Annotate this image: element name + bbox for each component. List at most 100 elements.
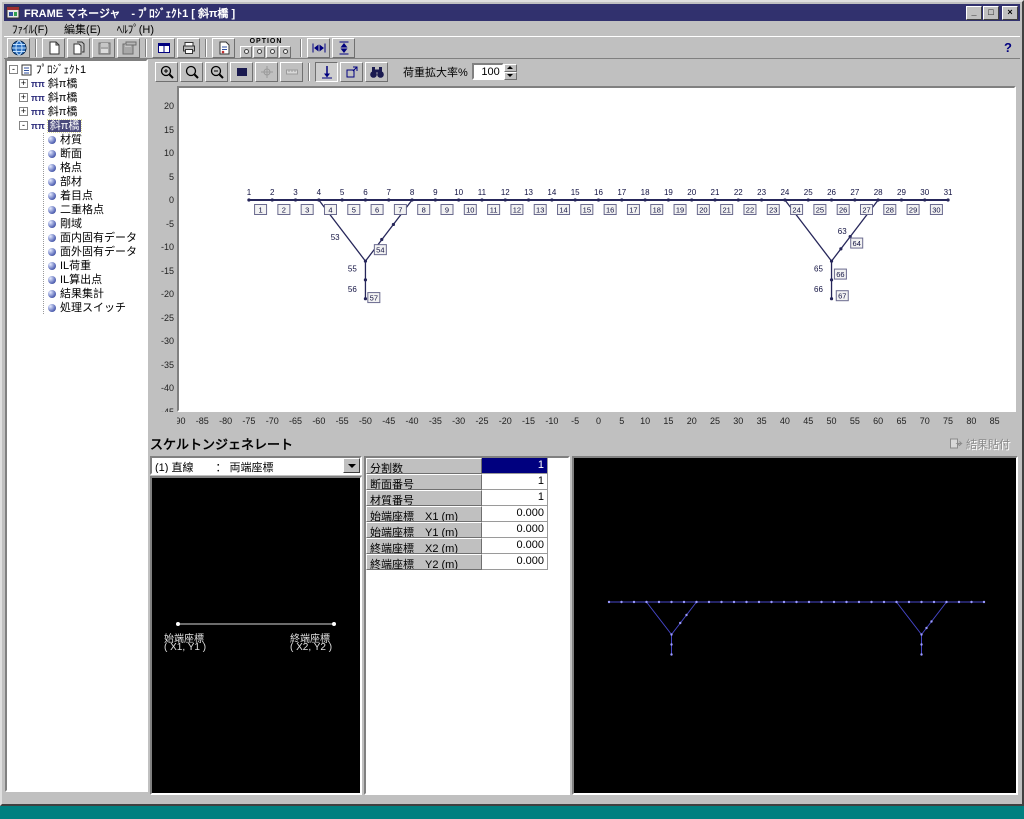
paste-result-button[interactable]: 結果貼付 bbox=[943, 434, 1016, 454]
maximize-button[interactable]: □ bbox=[983, 6, 999, 20]
tree-expand-icon[interactable]: + bbox=[19, 93, 28, 102]
table-row: 始端座標 X1 (m)0.000 bbox=[366, 506, 568, 522]
toolbar-separator bbox=[145, 39, 147, 57]
tree-expand-icon[interactable]: - bbox=[19, 121, 28, 130]
tree-item-child[interactable]: 面内固有データ bbox=[48, 231, 146, 244]
window-layout-button[interactable] bbox=[152, 38, 175, 58]
table-cell-value[interactable]: 0.000 bbox=[482, 538, 548, 554]
x-tick-label: 80 bbox=[960, 416, 982, 426]
tree-item-child[interactable]: 部材 bbox=[48, 175, 146, 188]
save-button[interactable] bbox=[92, 38, 115, 58]
tree-item-child[interactable]: 材質 bbox=[48, 133, 146, 146]
table-cell-value[interactable]: 1 bbox=[482, 474, 548, 490]
x-tick-label: -60 bbox=[308, 416, 330, 426]
svg-text:18: 18 bbox=[653, 206, 661, 215]
option-lamp-button-1[interactable] bbox=[240, 46, 252, 58]
table-cell-value[interactable]: 1 bbox=[482, 490, 548, 506]
measure-button[interactable] bbox=[280, 62, 303, 82]
pan-vertical-button[interactable] bbox=[332, 38, 355, 58]
tree-expand-icon[interactable]: - bbox=[9, 65, 18, 74]
option-lamp-button-3[interactable] bbox=[266, 46, 278, 58]
tree-item-child[interactable]: 面外固有データ bbox=[48, 245, 146, 258]
tree-item-child[interactable]: 着目点 bbox=[48, 189, 146, 202]
frame-manager-window: FRAME マネージャ - ﾌﾟﾛｼﾞｪｸﾄ1 [ 斜π橋 ] _ □ × ﾌｧ… bbox=[0, 0, 1024, 806]
close-button[interactable]: × bbox=[1002, 6, 1018, 20]
svg-text:19: 19 bbox=[676, 206, 684, 215]
table-cell-value[interactable]: 0.000 bbox=[482, 554, 548, 570]
menu-item[interactable]: ﾌｧｲﾙ(F) bbox=[4, 20, 56, 38]
svg-text:8: 8 bbox=[410, 188, 415, 197]
bullet-icon bbox=[48, 206, 56, 214]
crosshair-icon bbox=[259, 64, 275, 80]
frame-diagram-canvas[interactable]: 1234567891011121314151617181920212223242… bbox=[177, 86, 1016, 412]
tree-item-bridge[interactable]: +ππ斜π橋 bbox=[19, 105, 146, 118]
svg-text:14: 14 bbox=[559, 206, 567, 215]
lamp-dot-icon bbox=[270, 49, 275, 54]
open-file-button[interactable] bbox=[67, 38, 90, 58]
table-row-label: 終端座標 Y2 (m) bbox=[366, 554, 482, 570]
x-tick-label: -90 bbox=[177, 416, 190, 426]
zoom-in-button[interactable] bbox=[155, 62, 178, 82]
skeleton-title: スケルトンジェネレート bbox=[150, 434, 943, 453]
spin-up-button[interactable] bbox=[504, 64, 517, 72]
menu-item[interactable]: 編集(E) bbox=[56, 20, 109, 38]
tree-item-child[interactable]: IL算出点 bbox=[48, 273, 146, 286]
tree-item-child[interactable]: 格点 bbox=[48, 161, 146, 174]
combobox-dropdown-button[interactable] bbox=[343, 458, 360, 473]
report-button[interactable] bbox=[212, 38, 235, 58]
tree-item-child[interactable]: 処理スイッチ bbox=[48, 301, 146, 314]
project-tree-panel: - ﾌﾟﾛｼﾞｪｸﾄ1 +ππ斜π橋+ππ斜π橋+ππ斜π橋-ππ斜π橋材質断面… bbox=[5, 59, 148, 792]
bridge-icon: ππ bbox=[31, 79, 45, 89]
zoom-fit-button[interactable] bbox=[230, 62, 253, 82]
option-lamp-button-4[interactable] bbox=[279, 46, 291, 58]
tree-item-bridge[interactable]: +ππ斜π橋 bbox=[19, 77, 146, 90]
tree-item-label: 面外固有データ bbox=[60, 246, 137, 258]
svg-text:5: 5 bbox=[352, 206, 356, 215]
option-lamp-button-2[interactable] bbox=[253, 46, 265, 58]
pan-horizontal-button[interactable] bbox=[307, 38, 330, 58]
search-view-button[interactable] bbox=[365, 62, 388, 82]
tree-item-child[interactable]: 剛域 bbox=[48, 217, 146, 230]
tree-expand-icon[interactable]: + bbox=[19, 79, 28, 88]
tree-item-bridge[interactable]: +ππ斜π橋 bbox=[19, 91, 146, 104]
tree-item-child[interactable]: 結果集計 bbox=[48, 287, 146, 300]
table-cell-value[interactable]: 0.000 bbox=[482, 522, 548, 538]
tree-item-child[interactable]: IL荷重 bbox=[48, 259, 146, 272]
zoom-window-button[interactable] bbox=[180, 62, 203, 82]
x-tick-label: -55 bbox=[331, 416, 353, 426]
new-file-button[interactable] bbox=[42, 38, 65, 58]
print-button[interactable] bbox=[177, 38, 200, 58]
load-scale-input[interactable] bbox=[472, 63, 504, 80]
world-button[interactable] bbox=[7, 38, 30, 58]
y-tick-label: -35 bbox=[161, 360, 174, 370]
x-tick-label: 20 bbox=[681, 416, 703, 426]
rotate-view-button[interactable] bbox=[340, 62, 363, 82]
table-row-label: 始端座標 Y1 (m) bbox=[366, 522, 482, 538]
tree-item-label: 格点 bbox=[60, 162, 82, 174]
minimize-button[interactable]: _ bbox=[966, 6, 982, 20]
table-cell-value[interactable]: 0.000 bbox=[482, 506, 548, 522]
tree-item-label: IL荷重 bbox=[60, 260, 91, 272]
menu-item[interactable]: ﾍﾙﾌﾟ(H) bbox=[109, 20, 162, 38]
segment-type-combobox[interactable]: (1) 直線 ： 両端座標 bbox=[150, 456, 362, 475]
tree-bridges: +ππ斜π橋+ππ斜π橋+ππ斜π橋-ππ斜π橋材質断面格点部材着目点二重格点剛… bbox=[19, 77, 146, 314]
svg-text:6: 6 bbox=[375, 206, 379, 215]
segment-type-value: (1) 直線 ： 両端座標 bbox=[152, 458, 343, 473]
segment-type-panel: (1) 直線 ： 両端座標 始端座標 ( X1, Y1 ) 終端座標 ( X2,… bbox=[150, 456, 362, 795]
desktop-strip bbox=[0, 806, 1024, 819]
x-tick-label: -65 bbox=[285, 416, 307, 426]
load-direction-button[interactable] bbox=[315, 62, 338, 82]
spin-down-button[interactable] bbox=[504, 72, 517, 80]
help-button[interactable]: ? bbox=[1004, 40, 1012, 55]
zoom-out-button[interactable] bbox=[205, 62, 228, 82]
tree-expand-icon[interactable]: + bbox=[19, 107, 28, 116]
svg-text:22: 22 bbox=[746, 206, 754, 215]
tree-item-bridge[interactable]: -ππ斜π橋 bbox=[19, 119, 146, 132]
table-cell-value[interactable]: 1 bbox=[482, 458, 548, 474]
save-all-button[interactable] bbox=[117, 38, 140, 58]
tree-item-child[interactable]: 断面 bbox=[48, 147, 146, 160]
tree-item-child[interactable]: 二重格点 bbox=[48, 203, 146, 216]
svg-text:66: 66 bbox=[836, 270, 844, 279]
select-pointer-button[interactable] bbox=[255, 62, 278, 82]
tree-item-project[interactable]: - ﾌﾟﾛｼﾞｪｸﾄ1 bbox=[9, 63, 146, 76]
